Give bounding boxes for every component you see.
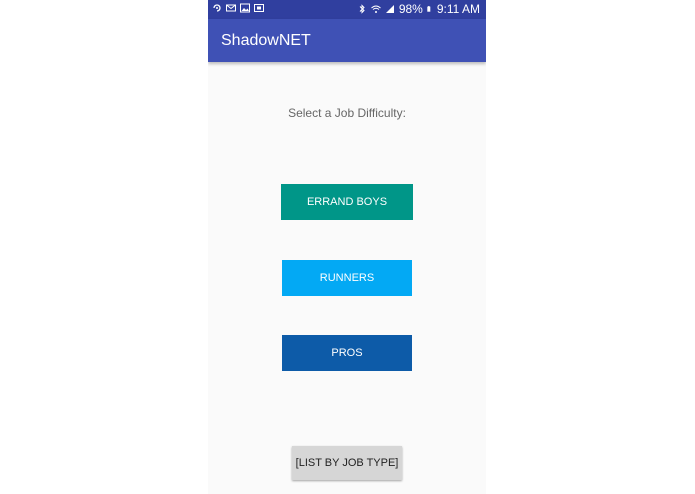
signal-icon <box>385 5 394 13</box>
list-by-job-type-button[interactable]: [LIST BY JOB TYPE] <box>292 446 402 480</box>
battery-icon <box>427 6 431 12</box>
status-time: 9:11 AM <box>436 2 480 16</box>
sync-icon <box>213 4 221 12</box>
battery-percent: 98% <box>398 2 423 16</box>
app-title: ShadowNET <box>221 32 311 49</box>
app-bar: ShadowNET <box>208 19 486 62</box>
phone-screen: 98% 9:11 AM ShadowNET Select a Job Diffi… <box>208 0 486 494</box>
errand-boys-button[interactable]: ERRAND BOYS <box>281 184 413 220</box>
pros-button[interactable]: PROS <box>282 335 412 371</box>
runners-button[interactable]: RUNNERS <box>282 260 412 296</box>
bluetooth-icon <box>359 4 365 14</box>
job-difficulty-prompt: Select a Job Difficulty: <box>288 106 406 120</box>
mail-icon <box>226 4 236 12</box>
screenshot-icon <box>254 4 264 12</box>
status-bar: 98% 9:11 AM <box>208 0 486 19</box>
wifi-icon <box>370 5 381 13</box>
status-right-icons: 98% 9:11 AM <box>357 2 480 16</box>
image-icon <box>240 3 250 13</box>
status-left-icons <box>212 3 264 13</box>
